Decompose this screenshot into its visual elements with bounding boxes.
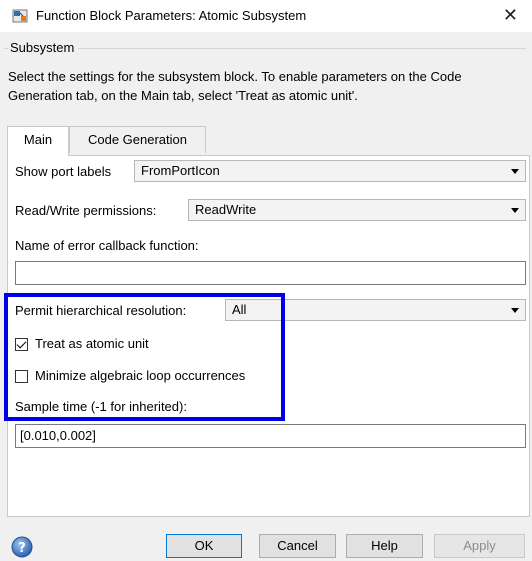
chevron-down-icon [511,208,519,213]
show-port-labels-label: Show port labels [15,164,112,179]
dialog-window: Function Block Parameters: Atomic Subsys… [0,0,532,561]
groupbox-label: Subsystem [8,40,77,55]
tab-code-generation[interactable]: Code Generation [69,126,206,153]
sample-time-input[interactable]: [0.010,0.002] [15,424,526,448]
apply-button[interactable]: Apply [434,534,525,558]
cancel-button[interactable]: Cancel [259,534,336,558]
rw-permissions-dropdown[interactable]: ReadWrite [188,199,526,221]
svg-text:?: ? [18,541,26,556]
help-button[interactable]: Help [346,534,423,558]
close-icon[interactable]: ✕ [503,5,518,25]
groupbox-border-right [78,48,526,49]
group-description: Select the settings for the subsystem bl… [8,69,462,103]
rw-permissions-label: Read/Write permissions: [15,203,157,218]
window-title: Function Block Parameters: Atomic Subsys… [36,8,307,23]
ok-button[interactable]: OK [166,534,242,558]
rw-permissions-value: ReadWrite [195,202,257,217]
help-icon[interactable]: ? [11,536,33,558]
error-callback-input[interactable] [15,261,526,285]
title-bar[interactable]: Function Block Parameters: Atomic Subsys… [0,0,532,32]
show-port-labels-value: FromPortIcon [141,163,220,178]
chevron-down-icon [511,169,519,174]
show-port-labels-dropdown[interactable]: FromPortIcon [134,160,526,182]
annotation-highlight-box [4,293,285,421]
tab-main[interactable]: Main [7,126,69,156]
simulink-block-icon [12,9,28,23]
chevron-down-icon [511,308,519,313]
error-callback-label: Name of error callback function: [15,238,199,253]
